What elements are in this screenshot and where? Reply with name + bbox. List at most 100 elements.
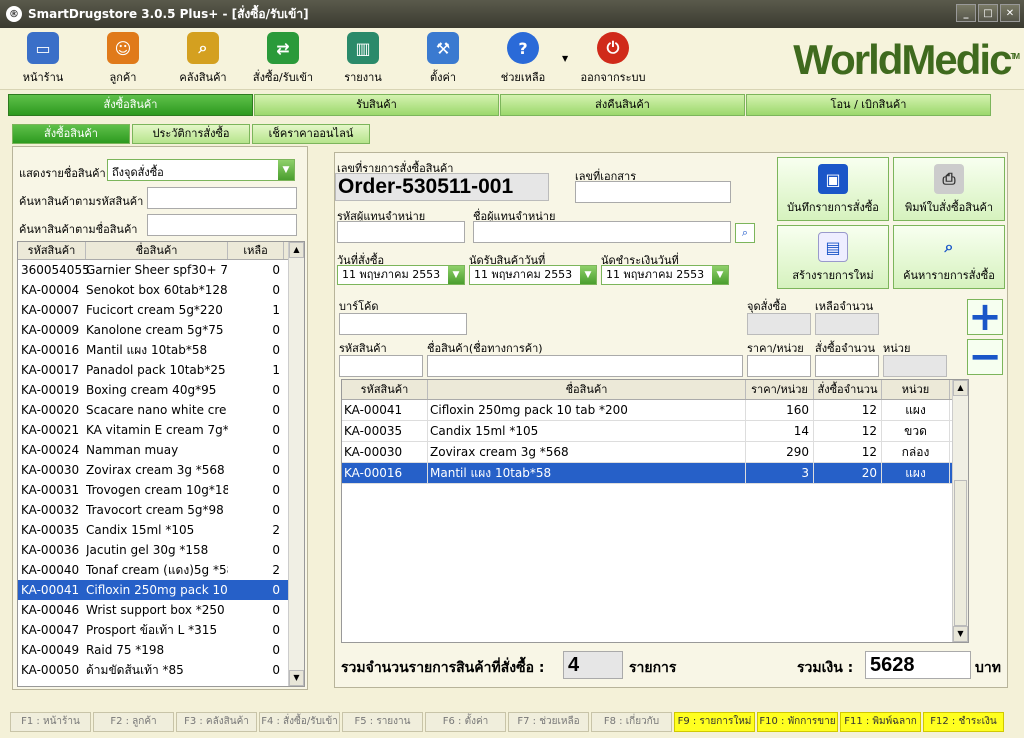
order-row[interactable]: KA-00035 Candix 15ml *105 14 12 ขวด [342, 421, 968, 442]
fkey-8-button[interactable]: F8 : เกี่ยวกับ [591, 712, 672, 732]
search-order-button[interactable]: ⌕ ค้นหารายการสั่งซื้อ [893, 225, 1005, 289]
product-remain-cell: 2 [272, 563, 280, 577]
toolbar-orders-button[interactable]: ⇄ สั่งซื้อ/รับเข้า [248, 32, 318, 86]
fkey-9-button[interactable]: F9 : รายการใหม่ [674, 712, 755, 732]
product-row[interactable]: 360054055 Garnier Sheer spf30+ 75 0 [18, 260, 304, 280]
product-row[interactable]: KA-00046 Wrist support box *250 0 [18, 600, 304, 620]
price-input[interactable] [747, 355, 811, 377]
close-button[interactable]: ✕ [1000, 4, 1020, 22]
subtab-check-price-online[interactable]: เช็คราคาออนไลน์ [252, 124, 370, 144]
pay-date-picker[interactable]: 11 พฤษภาคม 2553 ▼ [601, 265, 729, 285]
tab-purchase-order[interactable]: สั่งซื้อสินค้า [8, 94, 253, 116]
product-row[interactable]: KA-00036 Jacutin gel 30g *158 0 [18, 540, 304, 560]
scroll-up-icon[interactable]: ▲ [953, 380, 968, 396]
col-header-code[interactable]: รหัสสินค้า [342, 380, 428, 399]
product-row[interactable]: KA-00017 Panadol pack 10tab*25 1 [18, 360, 304, 380]
product-row[interactable]: KA-00035 Candix 15ml *105 2 [18, 520, 304, 540]
barcode-input[interactable] [339, 313, 467, 335]
print-order-button[interactable]: ⎙ พิมพ์ใบสั่งซื้อสินค้า [893, 157, 1005, 221]
toolbar-warehouse-button[interactable]: ⌕ คลังสินค้า [168, 32, 238, 86]
product-row[interactable]: KA-00019 Boxing cream 40g*95 0 [18, 380, 304, 400]
main-toolbar: ▭ หน้าร้าน ☺ ลูกค้า ⌕ คลังสินค้า ⇄ สั่งซ… [0, 28, 1024, 90]
fkey-10-button[interactable]: F10 : พักการขาย [757, 712, 838, 732]
qty-input[interactable] [815, 355, 879, 377]
col-header-price[interactable]: ราคา/หน่วย [746, 380, 814, 399]
product-row[interactable]: KA-00041 Cifloxin 250mg pack 10 0 [18, 580, 304, 600]
product-row[interactable]: KA-00031 Trovogen cream 10g*18 0 [18, 480, 304, 500]
fkey-3-button[interactable]: F3 : คลังสินค้า [176, 712, 257, 732]
fkey-1-button[interactable]: F1 : หน้าร้าน [10, 712, 91, 732]
product-row[interactable]: KA-00021 KA vitamin E cream 7g* 0 [18, 420, 304, 440]
tab-transfer-goods[interactable]: โอน / เบิกสินค้า [746, 94, 991, 116]
toolbar-reports-button[interactable]: ▥ รายงาน [328, 32, 398, 86]
toolbar-storefront-button[interactable]: ▭ หน้าร้าน [8, 32, 78, 86]
product-row[interactable]: KA-00049 Raid 75 *198 0 [18, 640, 304, 660]
fkey-7-button[interactable]: F7 : ช่วยเหลือ [508, 712, 589, 732]
scroll-down-icon[interactable]: ▼ [289, 670, 304, 686]
product-row[interactable]: KA-00030 Zovirax cream 3g *568 0 [18, 460, 304, 480]
order-qty-cell: 12 [814, 400, 882, 420]
product-row[interactable]: KA-00016 Mantil แผง 10tab*58 0 [18, 340, 304, 360]
product-remain-cell: 0 [272, 343, 280, 357]
fkey-5-button[interactable]: F5 : รายงาน [342, 712, 423, 732]
order-row[interactable]: KA-00030 Zovirax cream 3g *568 290 12 กล่อง [342, 442, 968, 463]
maximize-button[interactable]: □ [978, 4, 998, 22]
order-table-scrollbar[interactable]: ▲ ▼ [952, 380, 968, 642]
tab-return-goods[interactable]: ส่งคืนสินค้า [500, 94, 745, 116]
fkey-11-button[interactable]: F11 : พิมพ์ฉลาก [840, 712, 921, 732]
product-row[interactable]: KA-00024 Namman muay 0 [18, 440, 304, 460]
fkey-6-button[interactable]: F6 : ตั้งค่า [425, 712, 506, 732]
product-code-input[interactable] [339, 355, 423, 377]
receive-date-picker[interactable]: 11 พฤษภาคม 2553 ▼ [469, 265, 597, 285]
toolbar-customers-button[interactable]: ☺ ลูกค้า [88, 32, 158, 86]
scroll-thumb[interactable] [954, 480, 967, 626]
product-list-scrollbar[interactable]: ▲ ▼ [288, 242, 304, 686]
tab-receive-goods[interactable]: รับสินค้า [254, 94, 499, 116]
product-name-input[interactable] [427, 355, 743, 377]
product-row[interactable]: KA-00050 ด้ามขัดส้นเท้า *85 0 [18, 660, 304, 680]
rep-name-input[interactable] [473, 221, 731, 243]
help-dropdown-arrow-icon[interactable]: ▼ [562, 54, 568, 63]
fkey-2-button[interactable]: F2 : ลูกค้า [93, 712, 174, 732]
search-name-input[interactable] [147, 214, 297, 236]
toolbar-settings-button[interactable]: ⚒ ตั้งค่า [408, 32, 478, 86]
rep-search-icon[interactable]: ⌕ [735, 223, 755, 243]
subtab-order-history[interactable]: ประวัติการสั่งซื้อ [132, 124, 250, 144]
subtab-purchase-order[interactable]: สั่งซื้อสินค้า [12, 124, 130, 144]
order-row[interactable]: KA-00041 Cifloxin 250mg pack 10 tab *200 1… [342, 400, 968, 421]
toolbar-help-button[interactable]: ? ช่วยเหลือ [488, 32, 558, 86]
col-header-remain[interactable]: เหลือ [228, 242, 284, 259]
rep-code-input[interactable] [337, 221, 465, 243]
filter-value: ถึงจุดสั่งซื้อ [112, 166, 164, 179]
doc-no-input[interactable] [575, 181, 731, 203]
product-row[interactable]: KA-00007 Fucicort cream 5g*220 1 [18, 300, 304, 320]
fkey-12-button[interactable]: F12 : ชำระเงิน [923, 712, 1004, 732]
search-code-input[interactable] [147, 187, 297, 209]
product-filter-select[interactable]: ถึงจุดสั่งซื้อ ▼ [107, 159, 295, 181]
product-row[interactable]: KA-00020 Scacare nano white cre 0 [18, 400, 304, 420]
save-order-button[interactable]: ▣ บันทึกรายการสั่งซื้อ [777, 157, 889, 221]
col-header-qty[interactable]: สั่งซื้อจำนวน [814, 380, 882, 399]
product-row[interactable]: KA-00009 Kanolone cream 5g*75 0 [18, 320, 304, 340]
new-order-button[interactable]: ▤ สร้างรายการใหม่ [777, 225, 889, 289]
scroll-up-icon[interactable]: ▲ [289, 242, 304, 258]
order-code-cell: KA-00016 [342, 463, 428, 483]
fkey-4-button[interactable]: F4 : สั่งซื้อ/รับเข้า [259, 712, 340, 732]
product-row[interactable]: KA-00004 Senokot box 60tab*128 0 [18, 280, 304, 300]
col-header-name[interactable]: ชื่อสินค้า [428, 380, 746, 399]
col-header-unit[interactable]: หน่วย [882, 380, 950, 399]
product-row[interactable]: KA-00047 Prosport ข้อเท้า L *315 0 [18, 620, 304, 640]
product-row[interactable]: KA-00032 Travocort cream 5g*98 0 [18, 500, 304, 520]
product-remain-cell: 0 [272, 603, 280, 617]
order-form-panel: เลขที่รายการสั่งซื้อสินค้า Order-530511-… [334, 152, 1008, 688]
add-item-button[interactable]: + [967, 297, 1003, 337]
order-date-picker[interactable]: 11 พฤษภาคม 2553 ▼ [337, 265, 465, 285]
minimize-button[interactable]: _ [956, 4, 976, 22]
toolbar-logout-button[interactable]: ⏻ ออกจากระบบ [578, 32, 648, 86]
scroll-down-icon[interactable]: ▼ [953, 626, 968, 642]
order-row[interactable]: KA-00016 Mantil แผง 10tab*58 3 20 แผง [342, 463, 968, 484]
col-header-code[interactable]: รหัสสินค้า [18, 242, 86, 259]
remove-item-button[interactable]: − [967, 337, 1003, 377]
col-header-name[interactable]: ชื่อสินค้า [86, 242, 228, 259]
product-row[interactable]: KA-00040 Tonaf cream (แดง)5g *58 2 [18, 560, 304, 580]
